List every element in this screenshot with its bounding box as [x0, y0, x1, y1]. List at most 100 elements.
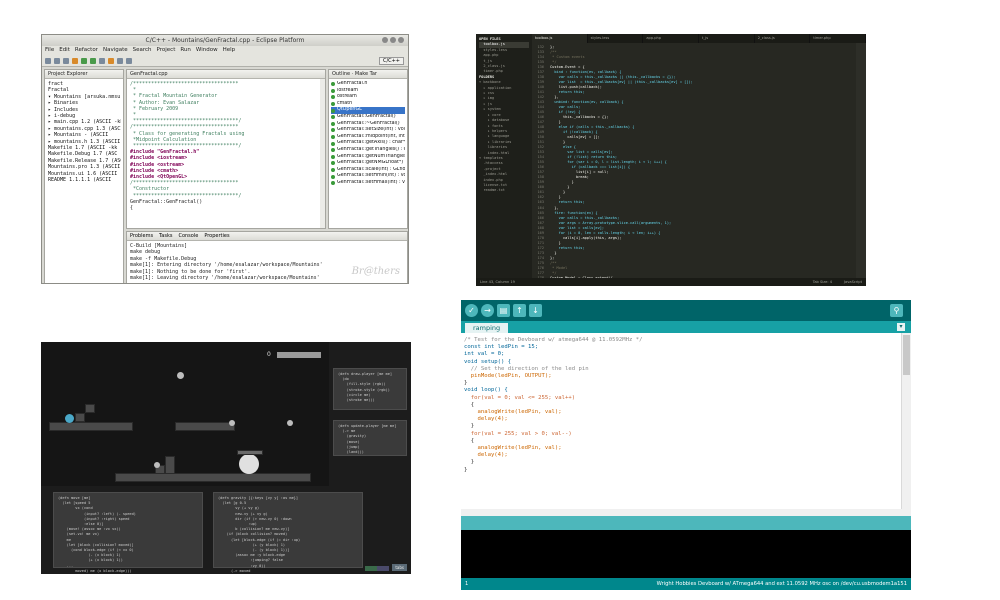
outline-item[interactable]: GenFractal::scale(int) : GLfloa [331, 167, 405, 174]
platform-block [237, 450, 263, 455]
outline-item[interactable]: GenFractal.h [331, 81, 405, 88]
maximize-icon[interactable] [390, 37, 396, 43]
save-button[interactable]: ↓ [529, 304, 542, 317]
serial-monitor-icon[interactable]: ⚲ [890, 304, 903, 317]
run-icon[interactable] [90, 57, 96, 64]
sketch-editor[interactable]: /* Test for the Devboard w/ atmega644 @ … [461, 333, 901, 509]
sketch-code[interactable]: /* Test for the Devboard w/ atmega644 @ … [461, 333, 901, 478]
outline-item[interactable]: GenFractal::~GenFractal() [331, 121, 405, 128]
code-editor[interactable]: GenFractal.cpp /************************… [126, 69, 326, 229]
verify-button[interactable]: ✓ [465, 304, 478, 317]
outline-item[interactable]: GenFractal::midpoint(int, int, [331, 134, 405, 141]
syntax-mode[interactable]: JavaScript [844, 278, 862, 286]
editor-tab[interactable]: GenFractal.cpp [127, 70, 325, 79]
file-tab[interactable]: t_js [699, 34, 755, 43]
code-line: delay(4); [464, 416, 508, 423]
console-tab[interactable]: Properties [204, 232, 229, 240]
eclipse-window: C/C++ - Mountains/GenFractal.cpp - Eclip… [41, 34, 409, 284]
outline-header: Outline · Make Tar [329, 70, 407, 79]
editor-code[interactable]: /*********************************** * *… [127, 79, 325, 213]
editor-scrollbar[interactable] [320, 79, 325, 228]
menu-item[interactable]: Run [180, 46, 191, 55]
upload-button[interactable]: → [481, 304, 494, 317]
code-area[interactable]: };/** * Custom events */Custom.Event = {… [550, 43, 856, 285]
forward-icon[interactable] [126, 57, 132, 64]
menu-item[interactable]: Refactor [75, 46, 98, 55]
sketch-tab[interactable]: ramping [465, 323, 509, 333]
outline-tab[interactable]: Outline [332, 71, 350, 77]
next-annotation-icon[interactable] [108, 57, 114, 64]
print-icon[interactable] [63, 57, 69, 64]
menu-item[interactable]: Help [223, 46, 236, 55]
outline-item[interactable]: iostream [331, 88, 405, 95]
minimize-icon[interactable] [382, 37, 388, 43]
outline-item[interactable]: GenFractal::getNumTriangles() [331, 154, 405, 161]
outline-item[interactable]: GenFractal::setSize(int) : void [331, 127, 405, 134]
project-tree: fract Fractal ▾ Mountains [arsuka.nmsu. ▸ … [45, 79, 123, 184]
console-tab[interactable]: Problems [130, 232, 153, 240]
outline-item[interactable]: GenFractal::getNMGLfloat*) [331, 160, 405, 167]
code-line: // Set the direction of the led pin [464, 365, 589, 372]
eclipse-menubar: File Edit Refactor Navigate Search Project Run… [42, 46, 408, 55]
code-card[interactable]: (defn move [me] (let [speed 5 vx (cond (… [53, 492, 203, 573]
tree-item[interactable]: Makefile.Debug 1.7 (ASC [48, 151, 121, 157]
outline-item[interactable]: GenFractal::getAxis() : char* [331, 140, 405, 147]
file-tab[interactable]: timer.php [810, 34, 866, 43]
build-icon[interactable] [72, 57, 78, 64]
new-button[interactable]: ▤ [497, 304, 510, 317]
new-icon[interactable] [45, 57, 51, 64]
console-tab[interactable]: Tasks [159, 232, 172, 240]
file-tab[interactable]: 2_class.js [755, 34, 811, 43]
color-swatch[interactable] [377, 566, 389, 571]
file-tab[interactable]: styles.less [588, 34, 644, 43]
outline-label: GenFractal::midpoint(int, int, [337, 133, 405, 139]
console-tab[interactable]: Console [178, 232, 198, 240]
menu-item[interactable]: Edit [59, 46, 70, 55]
outline-item[interactable]: ostream [331, 94, 405, 101]
outline-item[interactable]: GenFractal::setHmin(int) : voi [331, 173, 405, 180]
editor-hscrollbar[interactable] [461, 509, 911, 516]
menu-item[interactable]: Navigate [103, 46, 128, 55]
outline-item[interactable]: cmath [331, 101, 405, 108]
line-numbers: 132 133 134 135 136 137 138 139 140 141 142 143 144 1… [532, 43, 546, 286]
color-swatch[interactable] [365, 566, 377, 571]
menu-item[interactable]: File [45, 46, 54, 55]
outline-label: GenFractal.h [337, 81, 368, 86]
make-target-tab[interactable]: Make Tar [355, 71, 377, 77]
open-button[interactable]: ↑ [513, 304, 526, 317]
tree-item[interactable]: Mountains.pro 1.3 (ASCII [48, 164, 121, 170]
close-icon[interactable] [398, 37, 404, 43]
code-card[interactable]: (defn gravity [{:keys [vy y] :as me}] (l… [213, 492, 363, 573]
outline-item[interactable]: QtOpenGL [331, 107, 405, 114]
menu-item[interactable]: Project [157, 46, 176, 55]
game-canvas[interactable]: 0 [41, 342, 329, 486]
sidebar: OPEN FILES toolbox.js styles.less app.ph… [476, 34, 532, 278]
tree-item[interactable]: README 1.1.1.1 (ASCII [48, 177, 121, 183]
code-card[interactable]: (defn update-player [me me] (-> me (grav… [333, 420, 407, 456]
editor-scrollbar[interactable] [901, 333, 911, 509]
perspective-switcher[interactable]: C/C++ [378, 56, 404, 65]
file-tab[interactable]: app.php [643, 34, 700, 43]
save-icon[interactable] [54, 57, 60, 64]
scroll-thumb[interactable] [903, 335, 910, 375]
method-icon [331, 108, 335, 113]
enemy-ball [287, 420, 293, 426]
tab-menu-icon[interactable]: ▾ [897, 323, 905, 331]
menu-item[interactable]: Search [133, 46, 152, 55]
code-line: int val = 0; [464, 351, 505, 358]
tabs-button[interactable]: tabs [392, 564, 407, 571]
outline-item[interactable]: GenFractal::setHmax(int) : voi [331, 180, 405, 187]
back-icon[interactable] [117, 57, 123, 64]
sidebar-item[interactable]: readme.txt [479, 188, 529, 193]
tab-size[interactable]: Tab Size: 4 [813, 278, 832, 286]
file-tab[interactable]: toolbox.js [532, 34, 588, 43]
menu-item[interactable]: Window [196, 46, 218, 55]
method-icon [331, 148, 335, 153]
search-icon[interactable] [99, 57, 105, 64]
tree-item[interactable]: ▸ main.cpp 1.2 (ASCII -kkv [48, 119, 121, 125]
outline-item[interactable]: GenFractal::GenFractal() [331, 114, 405, 121]
code-card[interactable]: (defn draw-player [me me] (do (fill-styl… [333, 368, 407, 410]
debug-icon[interactable] [81, 57, 87, 64]
minimap[interactable] [856, 43, 866, 278]
outline-item[interactable]: GenFractal::getTriangles() : G [331, 147, 405, 154]
